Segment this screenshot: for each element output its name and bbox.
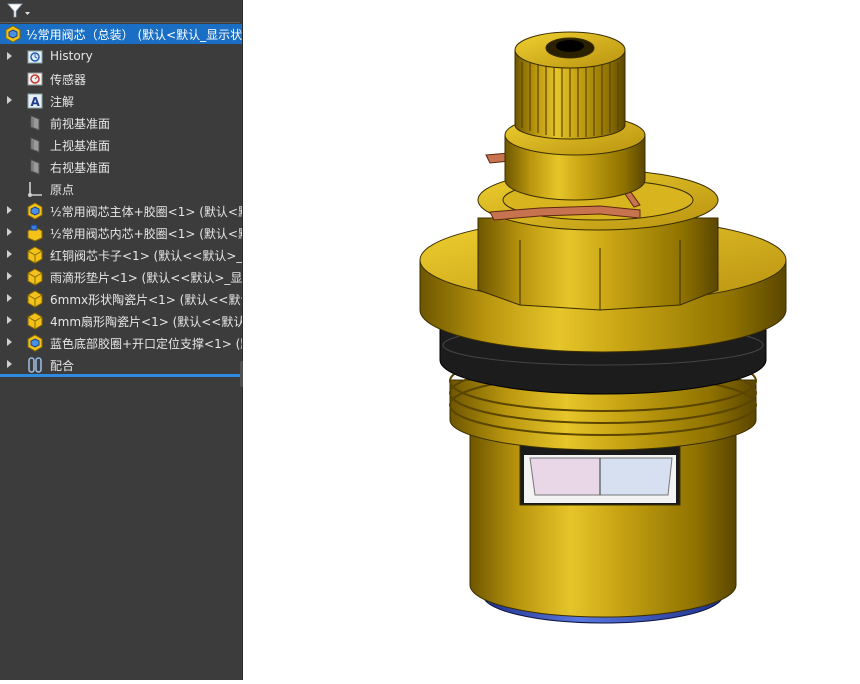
graphics-viewport[interactable] <box>243 0 860 680</box>
tree-item-annotations[interactable]: A 注解 <box>0 90 242 112</box>
tree-item-label: 注解 <box>50 95 75 109</box>
tree-item-top-plane[interactable]: 上视基准面 <box>0 134 242 156</box>
expand-arrow-icon[interactable] <box>7 316 12 324</box>
tree-item-label: 雨滴形垫片<1> (默认<<默认>_显示 <box>50 271 243 285</box>
tree-item-label: 6mmx形状陶瓷片<1> (默认<<默认 <box>50 293 243 307</box>
rollback-bar[interactable] <box>0 374 240 377</box>
assembly-icon <box>4 25 22 43</box>
tree-item-mates[interactable]: 配合 <box>0 354 242 376</box>
tree-item-component-gasket[interactable]: 雨滴形垫片<1> (默认<<默认>_显示 <box>0 266 242 288</box>
valve-cartridge-model <box>419 31 787 624</box>
tree-item-component-ceramic-6mm[interactable]: 6mmx形状陶瓷片<1> (默认<<默认 <box>0 288 242 310</box>
tree-item-label: ½常用阀芯主体+胶圈<1> (默认<默 <box>50 205 243 219</box>
part-icon <box>26 312 44 330</box>
tree-item-label: 配合 <box>50 359 75 373</box>
origin-icon <box>26 180 44 198</box>
tree-item-right-plane[interactable]: 右视基准面 <box>0 156 242 178</box>
tree-item-label: 前视基准面 <box>50 117 111 131</box>
expand-arrow-icon[interactable] <box>7 228 12 236</box>
expand-arrow-icon[interactable] <box>7 338 12 346</box>
tree-item-label: 右视基准面 <box>50 161 111 175</box>
tree-root-label: ½常用阀芯（总装） (默认<默认_显示状 <box>26 28 243 42</box>
tree-item-component-ceramic-4mm[interactable]: 4mm扇形陶瓷片<1> (默认<<默认 <box>0 310 242 332</box>
expand-arrow-icon[interactable] <box>7 52 12 60</box>
filter-icon <box>7 3 30 18</box>
tree-item-sensors[interactable]: 传感器 <box>0 68 242 90</box>
tree-item-component-blue-seal[interactable]: 蓝色底部胶圈+开口定位支撑<1> (默 <box>0 332 242 354</box>
part-icon <box>26 290 44 308</box>
subassembly-fixed-icon <box>26 224 44 242</box>
plane-icon <box>26 114 44 132</box>
tree-filter-bar <box>0 0 240 23</box>
tree-item-component-clip[interactable]: 红铜阀芯卡子<1> (默认<<默认>_显 <box>0 244 242 266</box>
part-icon <box>26 246 44 264</box>
tree-item-label: 原点 <box>50 183 75 197</box>
tree-item-label: 传感器 <box>50 73 87 87</box>
subassembly-icon <box>26 334 44 352</box>
expand-arrow-icon[interactable] <box>7 294 12 302</box>
tree-item-component-body[interactable]: ½常用阀芯主体+胶圈<1> (默认<默 <box>0 200 242 222</box>
part-icon <box>26 268 44 286</box>
tree-item-front-plane[interactable]: 前视基准面 <box>0 112 242 134</box>
tree-item-origin[interactable]: 原点 <box>0 178 242 200</box>
tree-item-label: ½常用阀芯内芯+胶圈<1> (默认<默 <box>50 227 243 241</box>
sensor-icon <box>26 70 44 88</box>
expand-arrow-icon[interactable] <box>7 272 12 280</box>
tree-item-label: History <box>50 49 93 63</box>
feature-manager-tree: ½常用阀芯（总装） (默认<默认_显示状 History 传感器 A 注解 前视… <box>0 0 243 680</box>
tree-item-label: 蓝色底部胶圈+开口定位支撑<1> (默 <box>50 337 243 351</box>
expand-arrow-icon[interactable] <box>7 250 12 258</box>
filter-button[interactable] <box>6 3 32 19</box>
plane-icon <box>26 158 44 176</box>
subassembly-icon <box>26 202 44 220</box>
tree-item-label: 4mm扇形陶瓷片<1> (默认<<默认 <box>50 315 243 329</box>
history-icon <box>26 48 44 66</box>
tree-item-component-inner[interactable]: ½常用阀芯内芯+胶圈<1> (默认<默 <box>0 222 242 244</box>
tree-item-label: 上视基准面 <box>50 139 111 153</box>
tree-item-label: 红铜阀芯卡子<1> (默认<<默认>_显 <box>50 249 243 263</box>
tree-item-history[interactable]: History <box>0 46 242 68</box>
expand-arrow-icon[interactable] <box>7 96 12 104</box>
expand-arrow-icon[interactable] <box>7 360 12 368</box>
annotation-icon: A <box>26 92 44 110</box>
expand-arrow-icon[interactable] <box>7 206 12 214</box>
plane-icon <box>26 136 44 154</box>
mates-icon <box>26 356 44 374</box>
tree-root-assembly[interactable]: ½常用阀芯（总装） (默认<默认_显示状 <box>0 24 242 44</box>
svg-text:A: A <box>31 95 41 109</box>
splined-stem <box>514 31 626 140</box>
